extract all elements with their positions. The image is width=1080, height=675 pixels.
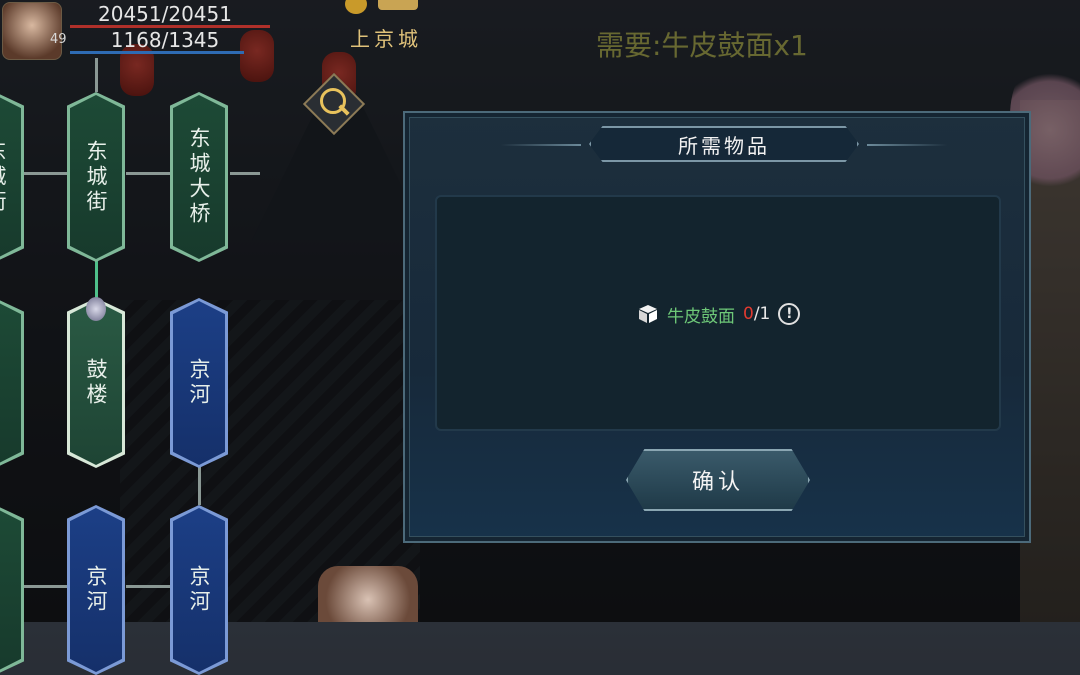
map-link <box>95 58 98 92</box>
item-quantity: 0/1 <box>743 304 770 324</box>
map-link <box>95 258 98 298</box>
mp-value: 1168/1345 <box>110 28 220 52</box>
title-decoration <box>867 144 947 146</box>
node-label: 东城街 <box>0 139 7 215</box>
item-list-panel: 牛皮鼓面 0/1 ! <box>435 195 1001 431</box>
required-item-row: 牛皮鼓面 0/1 ! <box>637 301 801 327</box>
location-banner: 上京城 <box>340 20 450 51</box>
item-quantity-owned: 0 <box>743 304 754 324</box>
map-node-jinghe[interactable]: 京河 <box>67 505 125 675</box>
player-location-marker <box>86 297 106 321</box>
map-link <box>24 585 68 588</box>
quest-requirement-hint: 需要:牛皮鼓面x1 <box>596 29 808 62</box>
map-link <box>198 465 201 505</box>
map-link <box>126 585 172 588</box>
confirm-button-label: 确认 <box>691 470 744 495</box>
map-node-partial-left[interactable] <box>0 505 24 675</box>
map-link <box>230 172 260 175</box>
item-quantity-required: /1 <box>753 304 771 324</box>
node-label: 京河 <box>187 565 211 615</box>
map-link <box>126 172 172 175</box>
map-node-dongchengdaqiao[interactable]: 东城大桥 <box>170 92 228 262</box>
mp-bar <box>70 51 244 54</box>
node-label: 京河 <box>84 565 108 615</box>
map-link <box>24 172 68 175</box>
dialog-title-frame: 所需物品 <box>589 126 859 162</box>
info-icon[interactable]: ! <box>778 303 801 325</box>
npc-portrait[interactable] <box>318 566 418 622</box>
player-status-hud: 49 20451/20451 1168/1345 <box>0 0 270 60</box>
box-icon <box>637 303 659 325</box>
title-decoration <box>501 144 581 146</box>
node-label: 京河 <box>187 358 211 408</box>
map-node-gulou[interactable]: 鼓楼 <box>67 298 125 468</box>
item-name: 牛皮鼓面 <box>667 306 735 327</box>
map-node-jinghe[interactable]: 京河 <box>170 298 228 468</box>
map-node-partial-left[interactable] <box>0 298 24 468</box>
hp-value: 20451/20451 <box>98 2 232 26</box>
search-button[interactable] <box>302 72 366 136</box>
map-node-partial-left[interactable]: 东城街 <box>0 92 24 262</box>
node-label: 东城街 <box>84 139 108 215</box>
map-node-jinghe[interactable]: 京河 <box>170 505 228 675</box>
required-items-dialog: 所需物品 牛皮鼓面 0/1 ! 确认 <box>403 111 1031 543</box>
location-name: 上京城 <box>350 27 422 51</box>
node-label: 鼓楼 <box>84 358 108 408</box>
confirm-button[interactable]: 确认 <box>626 449 810 511</box>
menu-icon[interactable] <box>378 0 418 10</box>
node-label: 东城大桥 <box>187 127 211 227</box>
dialog-title: 所需物品 <box>678 133 770 158</box>
map-node-dongchengjie[interactable]: 东城街 <box>67 92 125 262</box>
player-avatar[interactable] <box>2 2 62 60</box>
